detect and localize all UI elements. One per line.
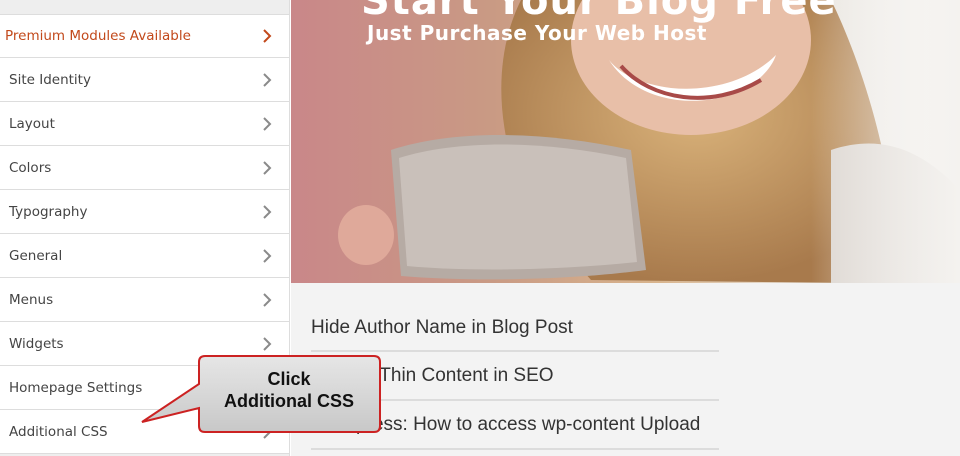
hero-banner: Start Your Blog Free Just Purchase Your … <box>291 0 960 283</box>
callout-line-2: Additional CSS <box>224 391 354 411</box>
sidebar-item-menus[interactable]: Menus <box>0 278 289 322</box>
sidebar-item-label: Premium Modules Available <box>5 28 191 44</box>
sidebar-item-premium-modules[interactable]: Premium Modules Available <box>0 14 289 58</box>
chevron-right-icon <box>259 424 275 440</box>
sidebar-top-gap <box>0 0 289 14</box>
sidebar-item-layout[interactable]: Layout <box>0 102 289 146</box>
callout-text: Click Additional CSS <box>199 368 379 412</box>
post-link[interactable]: Hide Author Name in Blog Post <box>311 305 719 352</box>
site-preview: Start Your Blog Free Just Purchase Your … <box>291 0 960 456</box>
sidebar-item-label: Additional CSS <box>9 423 108 440</box>
chevron-right-icon <box>259 248 275 264</box>
sidebar-item-label: Layout <box>9 115 55 132</box>
sidebar-item-site-identity[interactable]: Site Identity <box>0 58 289 102</box>
chevron-right-icon <box>259 336 275 352</box>
sidebar-item-typography[interactable]: Typography <box>0 190 289 234</box>
hero-subtitle: Just Purchase Your Web Host <box>367 21 707 45</box>
sidebar-item-widgets[interactable]: Widgets <box>0 322 289 366</box>
chevron-right-icon <box>259 204 275 220</box>
sidebar-item-label: Widgets <box>9 335 64 352</box>
chevron-right-icon <box>259 160 275 176</box>
sidebar-item-label: Colors <box>9 159 52 176</box>
sidebar-item-colors[interactable]: Colors <box>0 146 289 190</box>
sidebar-item-general[interactable]: General <box>0 234 289 278</box>
sidebar-item-additional-css[interactable]: Additional CSS <box>0 410 289 454</box>
chevron-right-icon <box>259 292 275 308</box>
callout-line-1: Click <box>267 369 311 389</box>
chevron-right-icon <box>259 28 275 44</box>
chevron-right-icon <box>259 72 275 88</box>
sidebar-item-label: Typography <box>9 203 88 220</box>
chevron-right-icon <box>259 116 275 132</box>
sidebar-item-label: Site Identity <box>9 71 91 88</box>
sidebar-item-label: Menus <box>9 291 54 308</box>
sidebar-item-label: General <box>9 247 63 264</box>
